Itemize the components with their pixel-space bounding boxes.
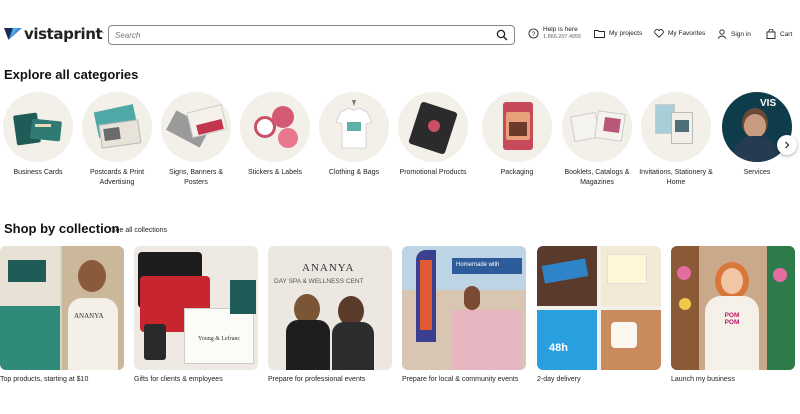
gifts-image: Young & Lefranc	[134, 246, 258, 370]
collection-gifts[interactable]: Young & Lefranc Gifts for clients & empl…	[134, 246, 258, 384]
collection-launch-business[interactable]: POM POM Launch my business	[671, 246, 795, 384]
category-packaging[interactable]: Packaging	[478, 92, 556, 178]
vistaprint-logo[interactable]: vistaprint.	[4, 24, 104, 44]
professional-events-sign: ANANYA	[302, 262, 355, 274]
my-projects-link[interactable]: My projects	[594, 29, 642, 38]
stickers-image	[240, 92, 310, 162]
carousel-next-button[interactable]	[777, 135, 797, 155]
community-events-sign: Homemade with	[456, 262, 500, 268]
category-label: Services	[743, 169, 771, 176]
professional-events-sub: DAY SPA & WELLNESS CENT	[274, 278, 364, 285]
collection-label: Prepare for local & community events	[402, 376, 519, 383]
see-all-collections-link[interactable]: See all collections	[111, 227, 167, 234]
collection-label: Launch my business	[671, 376, 735, 383]
user-icon	[717, 29, 727, 39]
category-label: Promotional Products	[399, 169, 467, 176]
category-label: Invitations, Stationery & Home	[639, 169, 713, 186]
category-label: Stickers & Labels	[247, 169, 303, 176]
sign-in-label: Sign in	[731, 30, 751, 38]
search-icon[interactable]	[496, 29, 508, 41]
heart-icon	[654, 29, 664, 38]
business-cards-image	[3, 92, 73, 162]
category-label: Clothing & Bags	[328, 169, 380, 176]
category-label: Signs, Banners & Posters	[168, 169, 224, 186]
collections-title: Shop by collection	[4, 221, 120, 236]
professional-events-image: ANANYA DAY SPA & WELLNESS CENT	[268, 246, 392, 370]
search-input[interactable]: Search	[115, 31, 496, 40]
cart-label: Cart	[780, 30, 793, 38]
chat-help-icon: ?	[528, 27, 539, 39]
logo-text: vistaprint.	[24, 25, 104, 43]
my-favorites-label: My Favorites	[668, 30, 706, 37]
collection-label: Gifts for clients & employees	[134, 376, 223, 383]
gifts-sign: Young & Lefranc	[197, 336, 241, 342]
category-booklets[interactable]: Booklets, Catalogs & Magazines	[558, 92, 636, 188]
launch-business-image: POM POM	[671, 246, 795, 370]
category-promotional[interactable]: Promotional Products	[394, 92, 472, 178]
category-stickers[interactable]: Stickers & Labels	[236, 92, 314, 178]
category-signs[interactable]: Signs, Banners & Posters	[157, 92, 235, 188]
category-clothing[interactable]: Clothing & Bags	[315, 92, 393, 178]
category-postcards[interactable]: Postcards & Print Advertising	[78, 92, 156, 188]
chevron-right-icon	[785, 141, 790, 149]
postcards-image	[82, 92, 152, 162]
help-link[interactable]: ? Help is here 1.866.207.4955	[528, 26, 581, 40]
folder-icon	[594, 30, 605, 38]
category-label: Booklets, Catalogs & Magazines	[564, 169, 630, 186]
header: vistaprint. Search ? Help is here 1.866.…	[0, 0, 800, 68]
cart-link[interactable]: Cart	[766, 29, 792, 39]
collection-label: Top products, starting at $10	[0, 376, 89, 383]
categories-title: Explore all categories	[4, 67, 139, 82]
top-products-sign: ANANYA	[74, 312, 104, 320]
my-projects-label: My projects	[609, 30, 643, 37]
packaging-image	[482, 92, 552, 162]
promotional-image	[398, 92, 468, 162]
launch-business-sign: POM POM	[724, 312, 740, 326]
help-phone[interactable]: 1.866.207.4955	[543, 34, 581, 40]
sign-in-link[interactable]: Sign in	[717, 29, 751, 39]
category-invitations[interactable]: Invitations, Stationery & Home	[637, 92, 715, 188]
collection-label: 2-day delivery	[537, 376, 581, 383]
delivery-sign: 48h	[549, 342, 568, 354]
collection-professional-events[interactable]: ANANYA DAY SPA & WELLNESS CENT Prepare f…	[268, 246, 392, 384]
collection-community-events[interactable]: Homemade with Prepare for local & commun…	[402, 246, 526, 384]
collection-top-products[interactable]: ANANYA Top products, starting at $10	[0, 246, 124, 384]
my-favorites-link[interactable]: My Favorites	[654, 29, 705, 38]
collection-label: Prepare for professional events	[268, 376, 366, 383]
help-title: Help is here	[543, 26, 578, 33]
category-label: Postcards & Print Advertising	[89, 169, 145, 186]
collection-2-day-delivery[interactable]: 48h 2-day delivery	[537, 246, 661, 384]
category-label: Business Cards	[13, 169, 63, 176]
vistaprint-logo-icon	[4, 28, 22, 40]
category-label: Packaging	[500, 169, 534, 176]
top-products-image: ANANYA	[0, 246, 124, 370]
booklets-image	[562, 92, 632, 162]
signs-image	[161, 92, 231, 162]
invitations-image	[641, 92, 711, 162]
delivery-image: 48h	[537, 246, 661, 370]
svg-text:?: ?	[532, 30, 536, 37]
category-business-cards[interactable]: Business Cards	[0, 92, 77, 178]
community-events-image: Homemade with	[402, 246, 526, 370]
clothing-image	[319, 92, 389, 162]
cart-icon	[766, 29, 776, 39]
search-bar[interactable]: Search	[108, 25, 515, 45]
